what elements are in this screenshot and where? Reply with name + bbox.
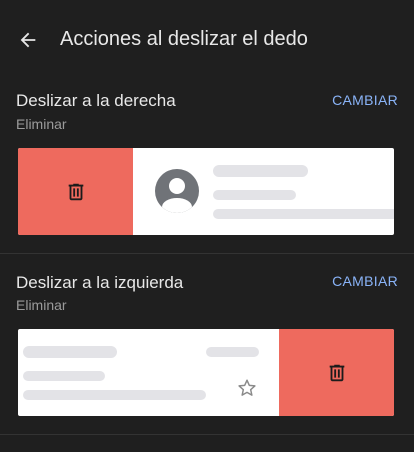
swipe-right-action: Eliminar — [16, 116, 67, 132]
page-title: Acciones al deslizar el dedo — [60, 28, 308, 50]
placeholder-line — [213, 165, 308, 177]
swipe-right-title: Deslizar a la derecha — [16, 91, 176, 110]
swipe-left-action: Eliminar — [16, 297, 67, 313]
swipe-right-change-button[interactable]: CAMBIAR — [332, 92, 398, 108]
placeholder-line — [213, 209, 394, 219]
person-icon — [162, 178, 192, 213]
app-bar: Acciones al deslizar el dedo — [0, 0, 414, 80]
swipe-left-action-panel — [279, 329, 394, 416]
swipe-right-action-panel — [18, 148, 133, 235]
back-button[interactable] — [16, 28, 40, 52]
swipe-right-preview — [18, 148, 394, 235]
avatar — [155, 169, 199, 213]
trash-icon — [329, 364, 344, 381]
placeholder-line — [206, 347, 259, 357]
swipe-left-change-button[interactable]: CAMBIAR — [332, 273, 398, 289]
swipe-left-preview — [18, 329, 394, 416]
placeholder-line — [23, 390, 206, 400]
swipe-left-title: Deslizar a la izquierda — [16, 273, 184, 292]
section-divider — [0, 253, 414, 254]
arrow-back-icon — [20, 32, 36, 48]
placeholder-line — [23, 371, 105, 381]
section-divider — [0, 434, 414, 435]
placeholder-line — [213, 190, 296, 200]
placeholder-line — [23, 346, 117, 358]
trash-icon — [68, 183, 83, 200]
star-icon — [238, 379, 256, 396]
